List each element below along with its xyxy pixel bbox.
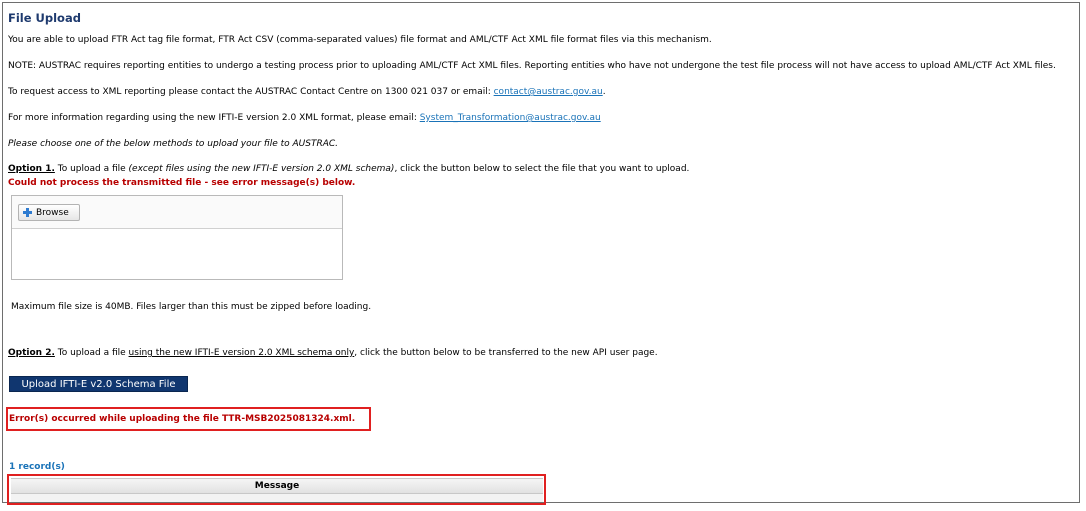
contact-email-link[interactable]: contact@austrac.gov.au	[494, 87, 603, 97]
more-info-text: For more information regarding using the…	[8, 113, 420, 123]
plus-icon	[23, 208, 32, 217]
table-header-message[interactable]: Message	[11, 478, 543, 494]
table-row	[11, 494, 543, 502]
transformation-email-link[interactable]: System_Transformation@austrac.gov.au	[420, 113, 601, 123]
option2-paragraph: Option 2. To upload a file using the new…	[8, 348, 658, 359]
message-column-header: Message	[254, 481, 300, 491]
max-size-text: Maximum file size is 40MB. Files larger …	[11, 302, 372, 312]
record-count: 1 record(s)	[9, 462, 65, 472]
access-text: To request access to XML reporting pleas…	[8, 87, 494, 97]
option1-text-b: (except files using the new IFTI-E versi…	[128, 164, 395, 174]
option1-text-c: , click the button below to select the f…	[394, 164, 690, 174]
option1-text-a: To upload a file	[54, 164, 129, 174]
option2-text-b: using the new IFTI-E version 2.0 XML sch…	[128, 348, 355, 358]
access-paragraph: To request access to XML reporting pleas…	[8, 87, 606, 98]
option1-paragraph: Option 1. To upload a file (except files…	[8, 164, 689, 175]
option1-label: Option 1.	[8, 164, 55, 174]
more-info-paragraph: For more information regarding using the…	[8, 113, 601, 124]
option2-label: Option 2.	[8, 348, 55, 358]
upload-xml-schema-button[interactable]: Upload IFTI-E v2.0 Schema File	[9, 376, 188, 392]
page-title: File Upload	[8, 11, 81, 25]
access-end: .	[602, 87, 606, 97]
choose-method-text: Please choose one of the below methods t…	[8, 139, 339, 149]
upload-toolbar: Browse	[12, 196, 342, 229]
option2-text-a: To upload a file	[54, 348, 129, 358]
file-upload-panel: Browse	[11, 195, 343, 280]
option2-text-c: , click the button below to be transferr…	[354, 348, 658, 358]
note-text: NOTE: AUSTRAC requires reporting entitie…	[8, 61, 1056, 71]
browse-label: Browse	[36, 207, 69, 218]
browse-button[interactable]: Browse	[18, 204, 80, 221]
process-error-text: Could not process the transmitted file -…	[8, 178, 356, 188]
upload-error-message: Error(s) occurred while uploading the fi…	[9, 414, 356, 424]
page-frame: File Upload You are able to upload FTR A…	[2, 2, 1080, 505]
intro-text: You are able to upload FTR Act tag file …	[8, 35, 712, 45]
